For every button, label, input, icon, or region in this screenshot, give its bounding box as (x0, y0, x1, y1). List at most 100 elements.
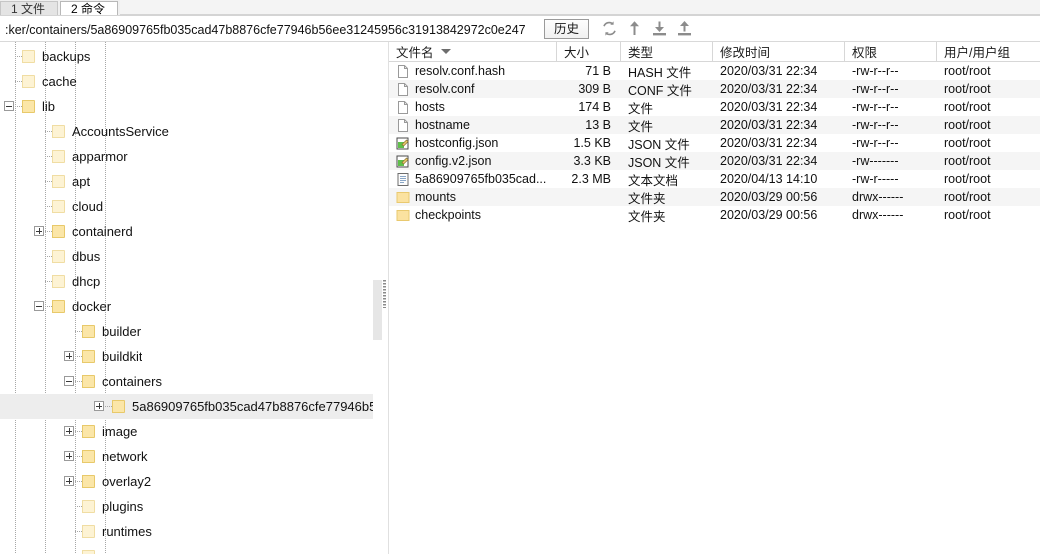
text-file-icon (396, 172, 410, 187)
column-header-permissions[interactable]: 权限 (845, 42, 937, 61)
column-header-name[interactable]: 文件名 (389, 42, 557, 61)
tree-item-swarm[interactable]: swarm (0, 544, 388, 554)
table-row[interactable]: resolv.conf 309 B CONF 文件 2020/03/31 22:34 -… (389, 80, 1040, 98)
filename-label: resolv.conf.hash (415, 64, 506, 78)
tree-collapse-icon[interactable] (34, 301, 44, 311)
tree-item-overlay2[interactable]: overlay2 (0, 469, 388, 494)
tree-item-containers[interactable]: containers (0, 369, 388, 394)
tree-item-label: dhcp (72, 274, 101, 289)
tab-commands[interactable]: 2 命令 (60, 1, 119, 15)
filename-label: mounts (415, 190, 456, 204)
tree-item-label: buildkit (102, 349, 143, 364)
tab-files[interactable]: 1 文件 (0, 1, 59, 16)
tab-files-label: 1 文件 (11, 2, 46, 16)
tree-item-builder[interactable]: builder (0, 319, 388, 344)
tree-item-image[interactable]: image (0, 419, 388, 444)
column-header-owner[interactable]: 用户/用户组 (937, 42, 1040, 61)
folder-icon (52, 125, 66, 138)
tree-expand-icon[interactable] (64, 426, 74, 436)
cell-modified: 2020/03/31 22:34 (720, 136, 818, 150)
cell-permissions: drwx------ (852, 208, 904, 222)
pane-splitter[interactable] (382, 42, 388, 554)
tree-item-cloud[interactable]: cloud (0, 194, 388, 219)
tree-item-label: overlay2 (102, 474, 152, 489)
tree-item-docker[interactable]: docker (0, 294, 388, 319)
column-header-size[interactable]: 大小 (557, 42, 621, 61)
cell-size: 1.5 KB (573, 136, 611, 150)
tree-item-backups[interactable]: backups (0, 44, 388, 69)
tab-strip-filler (120, 0, 1040, 15)
upload-icon[interactable] (676, 20, 693, 37)
tree-item-network[interactable]: network (0, 444, 388, 469)
folder-icon (22, 75, 36, 88)
file-list-pane[interactable]: 文件名 大小 类型 修改时间 权限 用户/用户组 resolv.conf.hash 71 B… (389, 42, 1040, 554)
table-row[interactable]: hostname 13 B 文件 2020/03/31 22:34 -rw-r--r--… (389, 116, 1040, 134)
cell-filename: checkpoints (389, 208, 557, 223)
cell-permissions: -rw-r----- (852, 172, 899, 186)
upload-arrow-icon[interactable] (626, 20, 643, 37)
tree-item-lib[interactable]: lib (0, 94, 388, 119)
table-row[interactable]: hostconfig.json 1.5 KB JSON 文件 2020/03/31 2… (389, 134, 1040, 152)
table-row[interactable]: 5a86909765fb035cad... 2.3 MB 文本文档 2020/04/1… (389, 170, 1040, 188)
column-header-label: 权限 (852, 46, 878, 60)
cell-type: 文本文档 (628, 173, 679, 188)
tree-item-label: lib (42, 99, 56, 114)
cell-type: JSON 文件 (628, 155, 690, 170)
tree-item-containerd[interactable]: containerd (0, 219, 388, 244)
folder-icon (52, 275, 66, 288)
table-row[interactable]: hosts 174 B 文件 2020/03/31 22:34 -rw-r--r-- ro… (389, 98, 1040, 116)
tree-expand-icon[interactable] (64, 351, 74, 361)
column-header-label: 修改时间 (720, 46, 771, 60)
cell-type: CONF 文件 (628, 83, 692, 98)
tree-vertical-scrollbar[interactable] (373, 42, 382, 554)
tree-item-buildkit[interactable]: buildkit (0, 344, 388, 369)
folder-icon (52, 175, 66, 188)
cell-filename: 5a86909765fb035cad... (389, 172, 557, 187)
column-header-label: 文件名 (396, 46, 434, 60)
refresh-icon[interactable] (601, 20, 618, 37)
cell-size: 2.3 MB (571, 172, 611, 186)
table-row[interactable]: checkpoints 文件夹 2020/03/29 00:56 drwx------… (389, 206, 1040, 224)
tree-item-dhcp[interactable]: dhcp (0, 269, 388, 294)
file-manager-window: 1 文件 2 命令 :ker/containers/5a86909765fb03… (0, 0, 1040, 554)
tree-item-apt[interactable]: apt (0, 169, 388, 194)
cell-owner: root/root (944, 100, 991, 114)
tree-collapse-icon[interactable] (4, 101, 14, 111)
blank-file-icon (396, 82, 410, 97)
sort-descending-icon (440, 49, 451, 54)
tree-collapse-icon[interactable] (64, 376, 74, 386)
tree-item-plugins[interactable]: plugins (0, 494, 388, 519)
folder-icon (22, 100, 36, 113)
tree-expand-icon[interactable] (94, 401, 104, 411)
download-icon[interactable] (651, 20, 668, 37)
history-button[interactable]: 历史 (544, 18, 590, 39)
tree-item-label: network (102, 449, 148, 464)
cell-permissions: -rw-r--r-- (852, 82, 899, 96)
table-row[interactable]: mounts 文件夹 2020/03/29 00:56 drwx------ root/… (389, 188, 1040, 206)
tree-item-label: dbus (72, 249, 101, 264)
tree-item-label: AccountsService (72, 124, 169, 139)
cell-filename: hosts (389, 100, 557, 115)
tree-item-5a86909765fb035cad47b8876cfe77946b56e[interactable]: 5a86909765fb035cad47b8876cfe77946b56e (0, 394, 388, 419)
cell-owner: root/root (944, 154, 991, 168)
tree-scrollbar-thumb[interactable] (373, 280, 382, 340)
tree-item-label: plugins (102, 499, 144, 514)
folder-icon (52, 225, 66, 238)
folder-icon (52, 200, 66, 213)
column-header-modified[interactable]: 修改时间 (713, 42, 845, 61)
table-row[interactable]: config.v2.json 3.3 KB JSON 文件 2020/03/31 22… (389, 152, 1040, 170)
tree-expand-icon[interactable] (34, 226, 44, 236)
tree-item-accountsservice[interactable]: AccountsService (0, 119, 388, 144)
directory-tree-pane[interactable]: backups cache lib AccountsService apparmor ap… (0, 42, 389, 554)
tree-item-runtimes[interactable]: runtimes (0, 519, 388, 544)
tree-expand-icon[interactable] (64, 451, 74, 461)
tree-item-dbus[interactable]: dbus (0, 244, 388, 269)
tree-expand-icon[interactable] (64, 476, 74, 486)
tree-item-apparmor[interactable]: apparmor (0, 144, 388, 169)
path-input[interactable]: :ker/containers/5a86909765fb035cad47b887… (4, 18, 538, 39)
tree-item-cache[interactable]: cache (0, 69, 388, 94)
cell-permissions: -rw------- (852, 154, 899, 168)
tree-item-label: apparmor (72, 149, 128, 164)
column-header-type[interactable]: 类型 (621, 42, 713, 61)
table-row[interactable]: resolv.conf.hash 71 B HASH 文件 2020/03/31 22… (389, 62, 1040, 80)
